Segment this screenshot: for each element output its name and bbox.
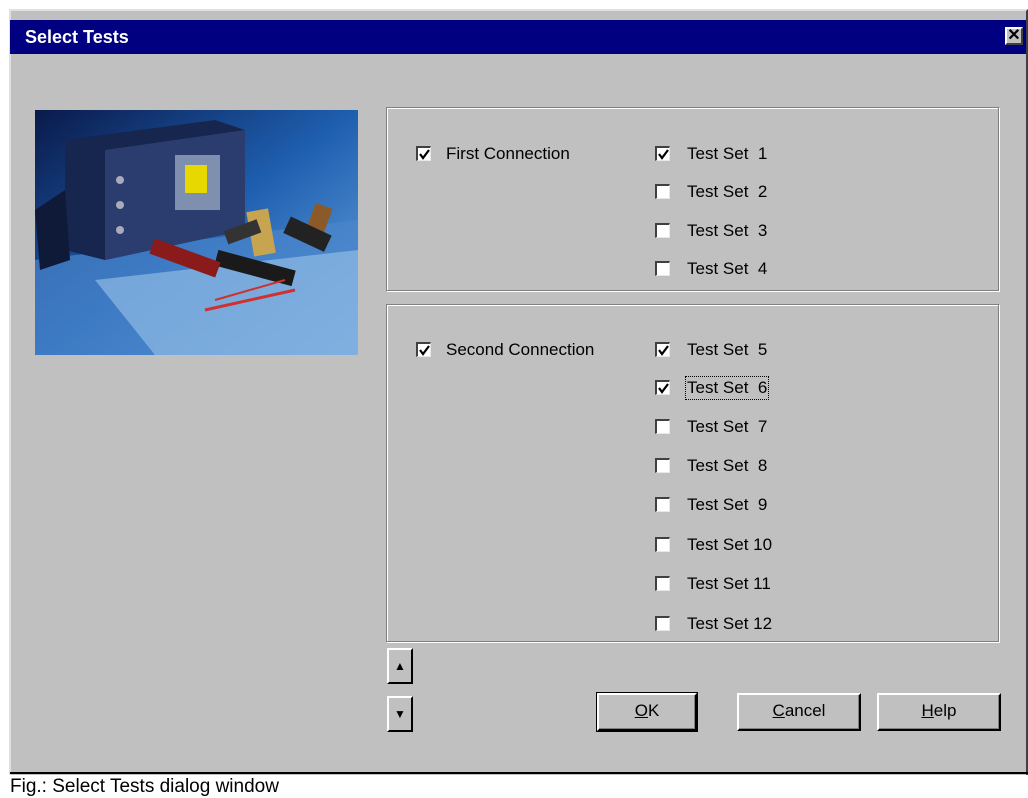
second-connection-label: Second Connection <box>446 340 595 359</box>
cancel-label-rest: ancel <box>784 701 826 720</box>
scroll-up-button[interactable]: ▲ <box>387 648 413 684</box>
test-set-3-label: Test Set 3 <box>687 221 768 240</box>
test-set-3-checkbox[interactable] <box>655 223 670 238</box>
help-mnemonic: H <box>921 701 934 720</box>
test-set-8-label: Test Set 8 <box>687 456 768 475</box>
test-set-9-checkbox[interactable] <box>655 497 670 512</box>
test-set-1-label: Test Set 1 <box>687 144 768 163</box>
title-bar: Select Tests <box>10 20 1026 54</box>
scroll-down-button[interactable]: ▼ <box>387 696 413 732</box>
cancel-mnemonic: C <box>772 701 785 720</box>
first-connection-label: First Connection <box>446 144 570 163</box>
arrow-up-icon: ▲ <box>394 659 406 673</box>
test-set-11-label: Test Set 11 <box>687 574 771 593</box>
ok-label-rest: K <box>647 701 660 720</box>
test-set-1-checkbox[interactable] <box>655 146 670 161</box>
test-set-12-label: Test Set 12 <box>687 614 773 633</box>
dialog-title: Select Tests <box>25 27 129 47</box>
test-set-5-checkbox[interactable] <box>655 342 670 357</box>
test-set-6-label: Test Set 6 <box>684 376 770 400</box>
test-set-4-checkbox[interactable] <box>655 261 670 276</box>
measurement-equipment-photo <box>35 110 358 355</box>
test-set-2-label: Test Set 2 <box>687 182 768 201</box>
test-set-8-checkbox[interactable] <box>655 458 670 473</box>
first-connection-checkbox[interactable] <box>416 146 431 161</box>
test-set-4-label: Test Set 4 <box>687 259 768 278</box>
help-label-rest: elp <box>933 701 957 720</box>
second-connection-checkbox[interactable] <box>416 342 431 357</box>
test-set-12-checkbox[interactable] <box>655 616 670 631</box>
figure-caption: Fig.: Select Tests dialog window <box>10 776 279 797</box>
ok-mnemonic: O <box>634 701 648 720</box>
test-set-10-label: Test Set 10 <box>687 535 773 554</box>
test-set-10-checkbox[interactable] <box>655 537 670 552</box>
test-set-7-checkbox[interactable] <box>655 419 670 434</box>
test-set-6-checkbox[interactable] <box>655 380 670 395</box>
close-icon: ✕ <box>1007 27 1021 44</box>
cancel-button[interactable]: Cancel <box>737 693 861 731</box>
close-button[interactable]: ✕ <box>1005 27 1023 45</box>
arrow-down-icon: ▼ <box>394 707 406 721</box>
ok-button[interactable]: OK <box>596 692 698 732</box>
help-button[interactable]: Help <box>877 693 1001 731</box>
test-set-5-label: Test Set 5 <box>687 340 768 359</box>
test-set-7-label: Test Set 7 <box>687 417 768 436</box>
test-set-9-label: Test Set 9 <box>687 495 768 514</box>
test-set-11-checkbox[interactable] <box>655 576 670 591</box>
figure-border <box>10 772 1028 774</box>
test-set-2-checkbox[interactable] <box>655 184 670 199</box>
